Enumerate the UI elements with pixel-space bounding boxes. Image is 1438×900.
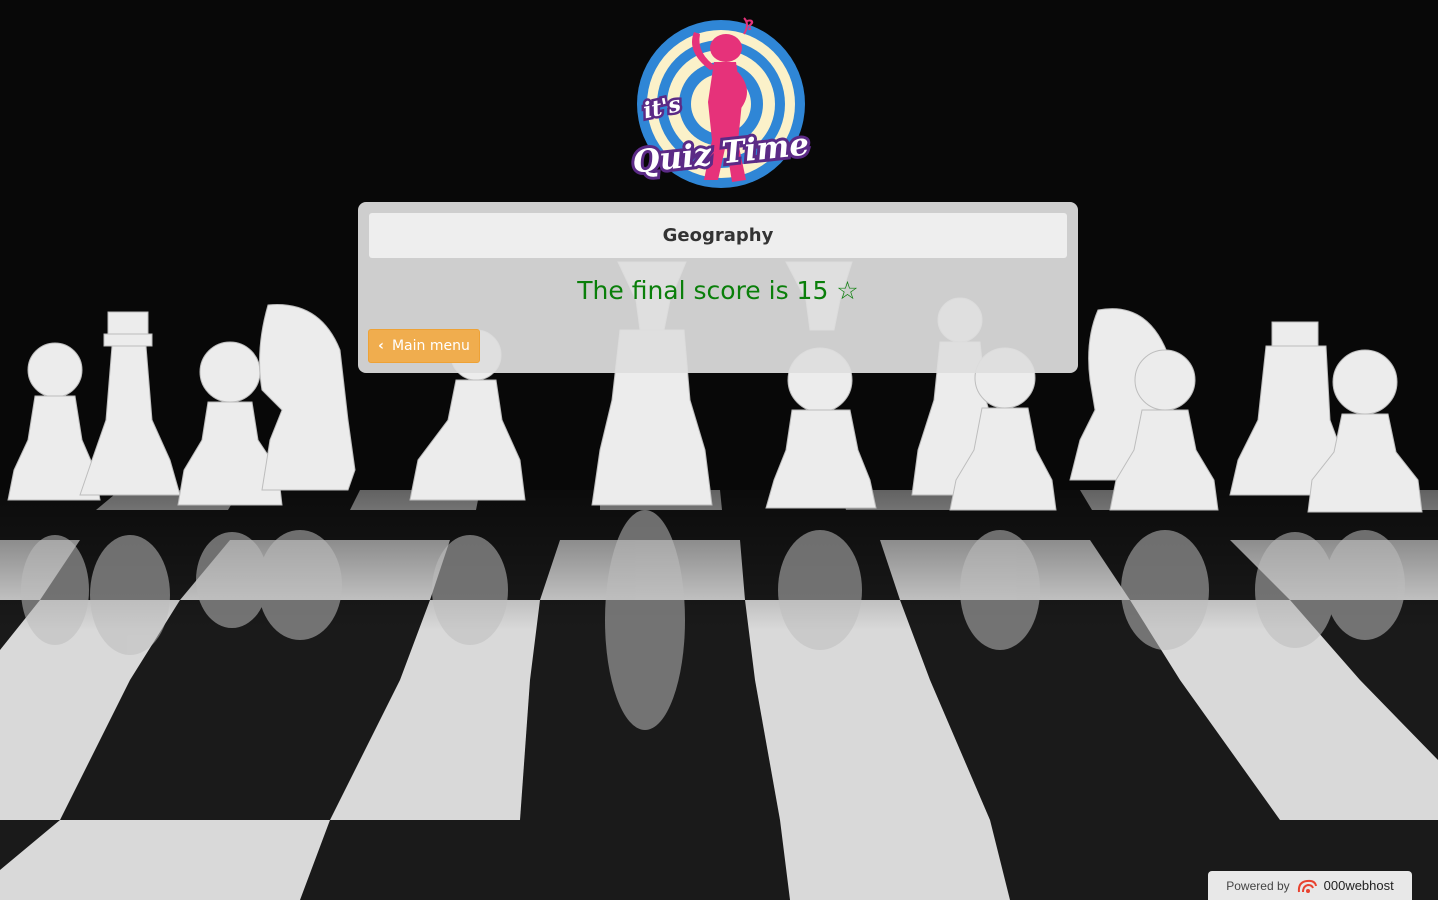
powered-by-badge[interactable]: Powered by 000webhost [1208,871,1412,900]
main-menu-label: Main menu [391,338,470,354]
main-menu-button[interactable]: ‹ Main menu [368,329,480,363]
chevron-left-icon: ‹ [378,338,384,354]
category-title: Geography [369,213,1067,258]
result-panel: Geography The final score is 15 ☆ ‹ Main… [358,202,1078,373]
powered-by-label: Powered by [1226,878,1290,893]
final-score-text: The final score is 15 ☆ [577,276,859,305]
svg-text:?: ? [746,18,754,34]
chess-background: ? it's Quiz Time Geography The final sco… [0,0,1438,900]
quiz-time-logo: ? it's Quiz Time [628,17,812,188]
webhost-brand-label: 000webhost [1323,878,1394,893]
webhost-logo-icon [1297,879,1317,893]
